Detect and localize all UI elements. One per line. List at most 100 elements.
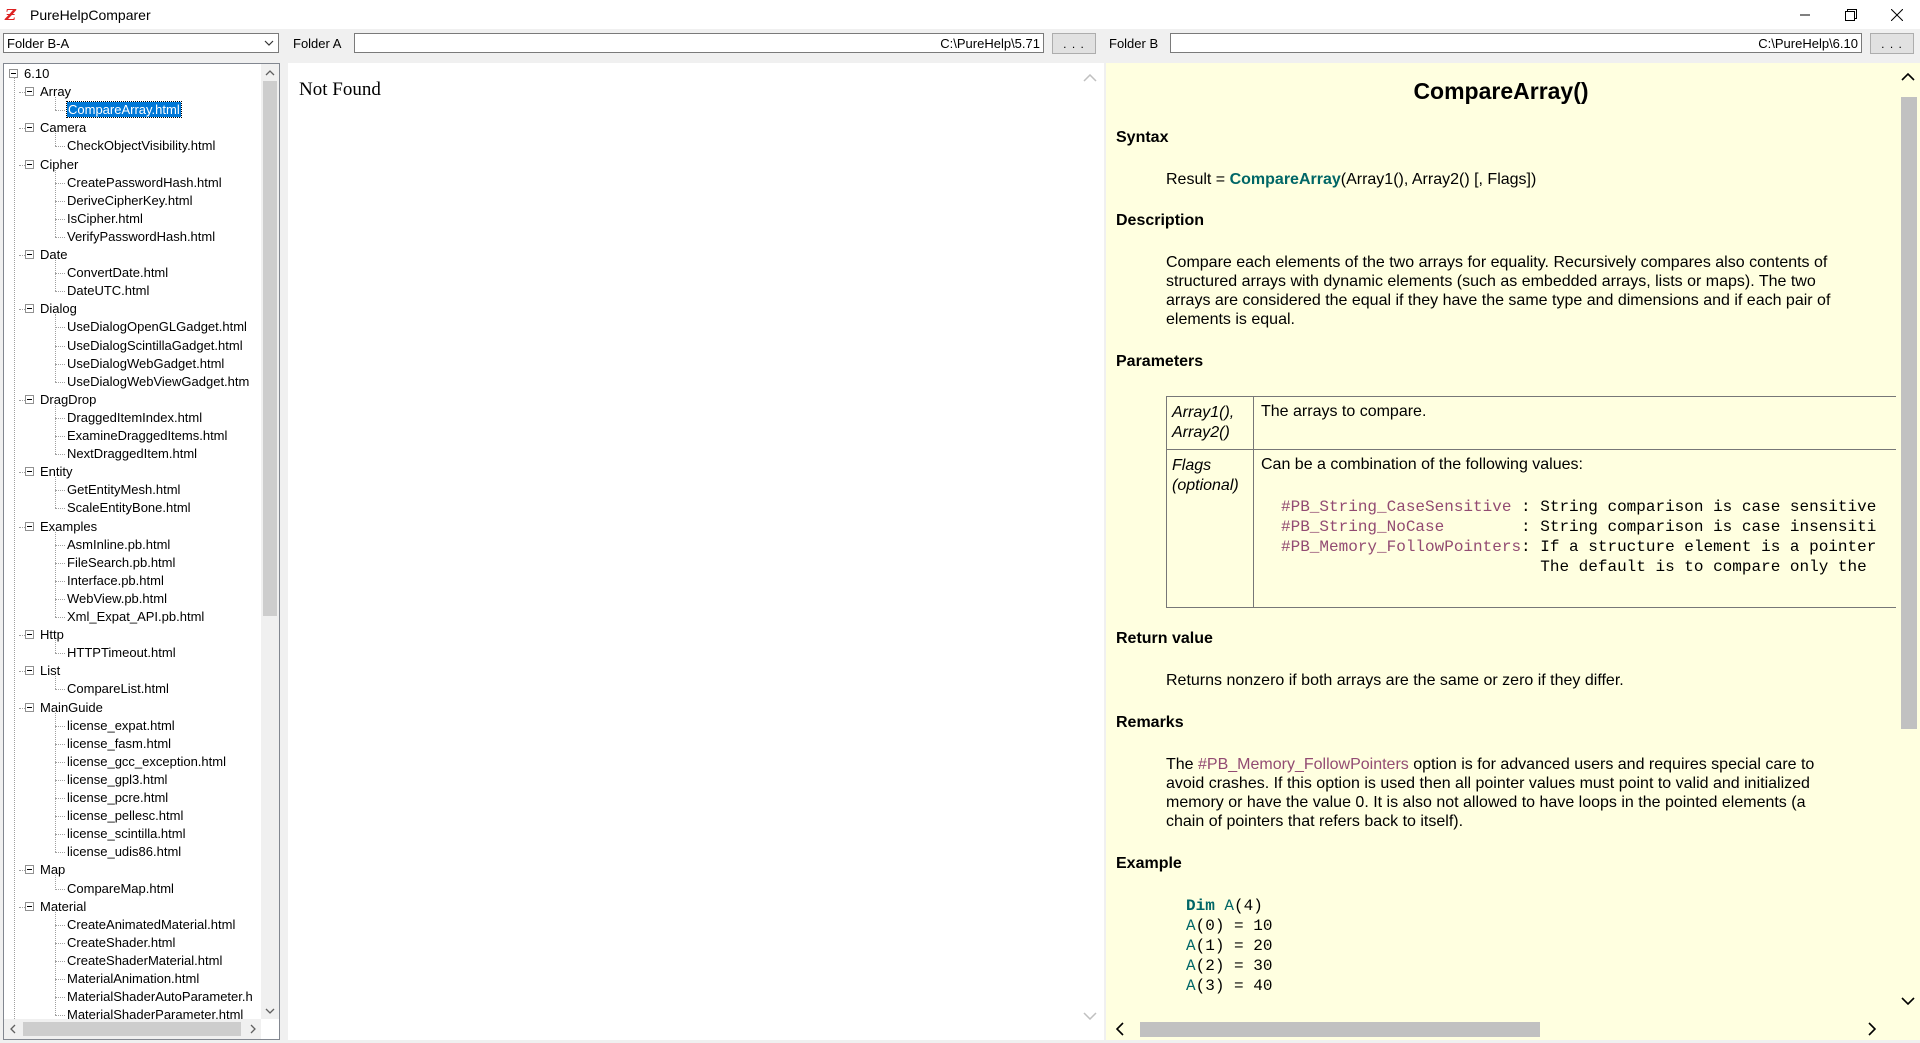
tree-file-node[interactable]: MaterialShaderParameter.html	[67, 1006, 243, 1019]
tree-file-node[interactable]: NextDraggedItem.html	[67, 445, 197, 463]
tree-file-node[interactable]: CompareMap.html	[67, 880, 174, 898]
doc-hscroll-thumb[interactable]	[1140, 1022, 1540, 1037]
tree-file-node[interactable]: ScaleEntityBone.html	[67, 499, 191, 517]
doc-scroll-down-icon[interactable]	[1896, 991, 1920, 1011]
panel-a-scroll-up-icon[interactable]	[1080, 71, 1100, 85]
tree-file-node[interactable]: DateUTC.html	[67, 282, 149, 300]
folder-b-browse-button[interactable]: . . .	[1870, 33, 1914, 54]
tree-file-node[interactable]: license_fasm.html	[67, 735, 171, 753]
tree-file-node[interactable]: license_gcc_exception.html	[67, 753, 226, 771]
tree-file-node[interactable]: license_expat.html	[67, 717, 175, 735]
tree-folder-node[interactable]: MainGuide	[40, 699, 103, 717]
tree-folder-node[interactable]: Examples	[40, 518, 97, 536]
tree-file-node[interactable]: CheckObjectVisibility.html	[67, 137, 215, 155]
scroll-up-icon[interactable]	[261, 64, 279, 81]
tree-file-node[interactable]: UseDialogOpenGLGadget.html	[67, 318, 247, 336]
collapse-icon[interactable]	[25, 87, 34, 97]
tree-file-node[interactable]: UseDialogScintillaGadget.html	[67, 337, 243, 355]
tree-folder-node[interactable]: List	[40, 662, 60, 680]
collapse-icon[interactable]	[25, 630, 34, 640]
tree-file-node[interactable]: HTTPTimeout.html	[67, 644, 176, 662]
tree-file-node[interactable]: CreateAnimatedMaterial.html	[67, 916, 235, 934]
tree-file-node[interactable]: GetEntityMesh.html	[67, 481, 180, 499]
tree-file-node[interactable]: license_pcre.html	[67, 789, 168, 807]
tree-folder-node[interactable]: Cipher	[40, 156, 78, 174]
doc-scroll-left-icon[interactable]	[1110, 1020, 1130, 1038]
collapse-icon[interactable]	[25, 666, 34, 676]
tree-folder-node[interactable]: Map	[40, 861, 65, 879]
tree-file-node[interactable]: DeriveCipherKey.html	[67, 192, 192, 210]
flags-list: #PB_String_CaseSensitive : String compar…	[1281, 497, 1876, 577]
collapse-icon[interactable]	[25, 865, 34, 875]
collapse-icon[interactable]	[25, 521, 34, 531]
doc-scroll-up-icon[interactable]	[1896, 67, 1920, 87]
tree-file-node[interactable]: CompareArray.html	[66, 101, 182, 119]
tree-connector	[55, 291, 65, 293]
tree-file-node[interactable]: license_pellesc.html	[67, 807, 183, 825]
tree-folder-node[interactable]: Http	[40, 626, 64, 644]
tree-file-node[interactable]: UseDialogWebViewGadget.htm	[67, 373, 249, 391]
tree-horizontal-scrollbar[interactable]	[4, 1019, 261, 1039]
tree-file-node[interactable]: UseDialogWebGadget.html	[67, 355, 224, 373]
collapse-icon[interactable]	[9, 69, 18, 78]
collapse-icon[interactable]	[25, 304, 34, 314]
remarks-constant-link[interactable]: #PB_Memory_FollowPointers	[1198, 756, 1409, 773]
mode-select[interactable]: Folder B-A	[3, 33, 279, 53]
scroll-right-icon[interactable]	[244, 1019, 261, 1039]
tree-folder-node[interactable]: Entity	[40, 463, 73, 481]
tree-file-node[interactable]: CreateShader.html	[67, 934, 175, 952]
collapse-icon[interactable]	[25, 250, 34, 259]
tree-file-node[interactable]: CreatePasswordHash.html	[67, 174, 222, 192]
tree-file-node[interactable]: license_scintilla.html	[67, 825, 186, 843]
doc-scroll-thumb[interactable]	[1901, 97, 1917, 729]
tree-folder-node[interactable]: Camera	[40, 119, 86, 137]
tree-file-node[interactable]: license_udis86.html	[67, 843, 181, 861]
collapse-icon[interactable]	[25, 159, 34, 169]
tree-file-node[interactable]: ExamineDraggedItems.html	[67, 427, 227, 445]
tree-file-node[interactable]: CreateShaderMaterial.html	[67, 952, 222, 970]
tree-folder-node[interactable]: Dialog	[40, 300, 77, 318]
tree-folder-node[interactable]: 6.10	[24, 65, 49, 83]
tree-file-node[interactable]: IsCipher.html	[67, 210, 143, 228]
folder-a-path-input[interactable]	[354, 33, 1044, 53]
tree-file-node[interactable]: WebView.pb.html	[67, 590, 167, 608]
tree-folder-node[interactable]: DragDrop	[40, 391, 96, 409]
folder-a-view[interactable]: Not Found	[288, 63, 1104, 1040]
close-button[interactable]	[1874, 0, 1920, 29]
tree-folder-node[interactable]: Date	[40, 246, 67, 264]
collapse-icon[interactable]	[25, 901, 34, 911]
collapse-icon[interactable]	[25, 123, 34, 133]
tree-file-node[interactable]: ConvertDate.html	[67, 264, 168, 282]
doc-vertical-scrollbar[interactable]	[1896, 63, 1920, 1018]
collapse-icon[interactable]	[25, 467, 34, 477]
minimize-button[interactable]	[1782, 0, 1828, 29]
folder-b-path-input[interactable]	[1170, 33, 1862, 53]
tree-file-node[interactable]: AsmInline.pb.html	[67, 536, 170, 554]
folder-b-view[interactable]: CompareArray() Syntax Result = CompareAr…	[1106, 63, 1920, 1040]
tree-scroll-thumb[interactable]	[263, 81, 277, 616]
panel-a-scroll-down-icon[interactable]	[1080, 1009, 1100, 1023]
tree-vertical-scrollbar[interactable]	[261, 64, 279, 1019]
scroll-left-icon[interactable]	[4, 1019, 21, 1039]
tree-file-node[interactable]: MaterialAnimation.html	[67, 970, 199, 988]
tree-file-node[interactable]: Xml_Expat_API.pb.html	[67, 608, 204, 626]
doc-scroll-right-icon[interactable]	[1862, 1020, 1882, 1038]
doc-horizontal-scrollbar[interactable]	[1106, 1018, 1896, 1040]
file-tree[interactable]: 6.10 Array CompareArray.html Camera CheckObj…	[3, 63, 280, 1040]
tree-folder-node[interactable]: Material	[40, 898, 86, 916]
collapse-icon[interactable]	[25, 702, 34, 712]
collapse-icon[interactable]	[25, 394, 34, 404]
syntax-function-link[interactable]: CompareArray	[1230, 171, 1341, 188]
tree-file-node[interactable]: VerifyPasswordHash.html	[67, 228, 215, 246]
tree-file-node[interactable]: CompareList.html	[67, 680, 169, 698]
tree-file-node[interactable]: Interface.pb.html	[67, 572, 164, 590]
restore-button[interactable]	[1828, 0, 1874, 29]
scroll-down-icon[interactable]	[261, 1002, 279, 1019]
folder-a-browse-button[interactable]: . . .	[1052, 33, 1096, 54]
tree-file-node[interactable]: MaterialShaderAutoParameter.h	[67, 988, 253, 1006]
tree-hscroll-thumb[interactable]	[23, 1022, 241, 1036]
tree-file-node[interactable]: license_gpl3.html	[67, 771, 167, 789]
tree-file-node[interactable]: FileSearch.pb.html	[67, 554, 175, 572]
tree-file-node[interactable]: DraggedItemIndex.html	[67, 409, 202, 427]
tree-branch-line	[55, 676, 56, 690]
